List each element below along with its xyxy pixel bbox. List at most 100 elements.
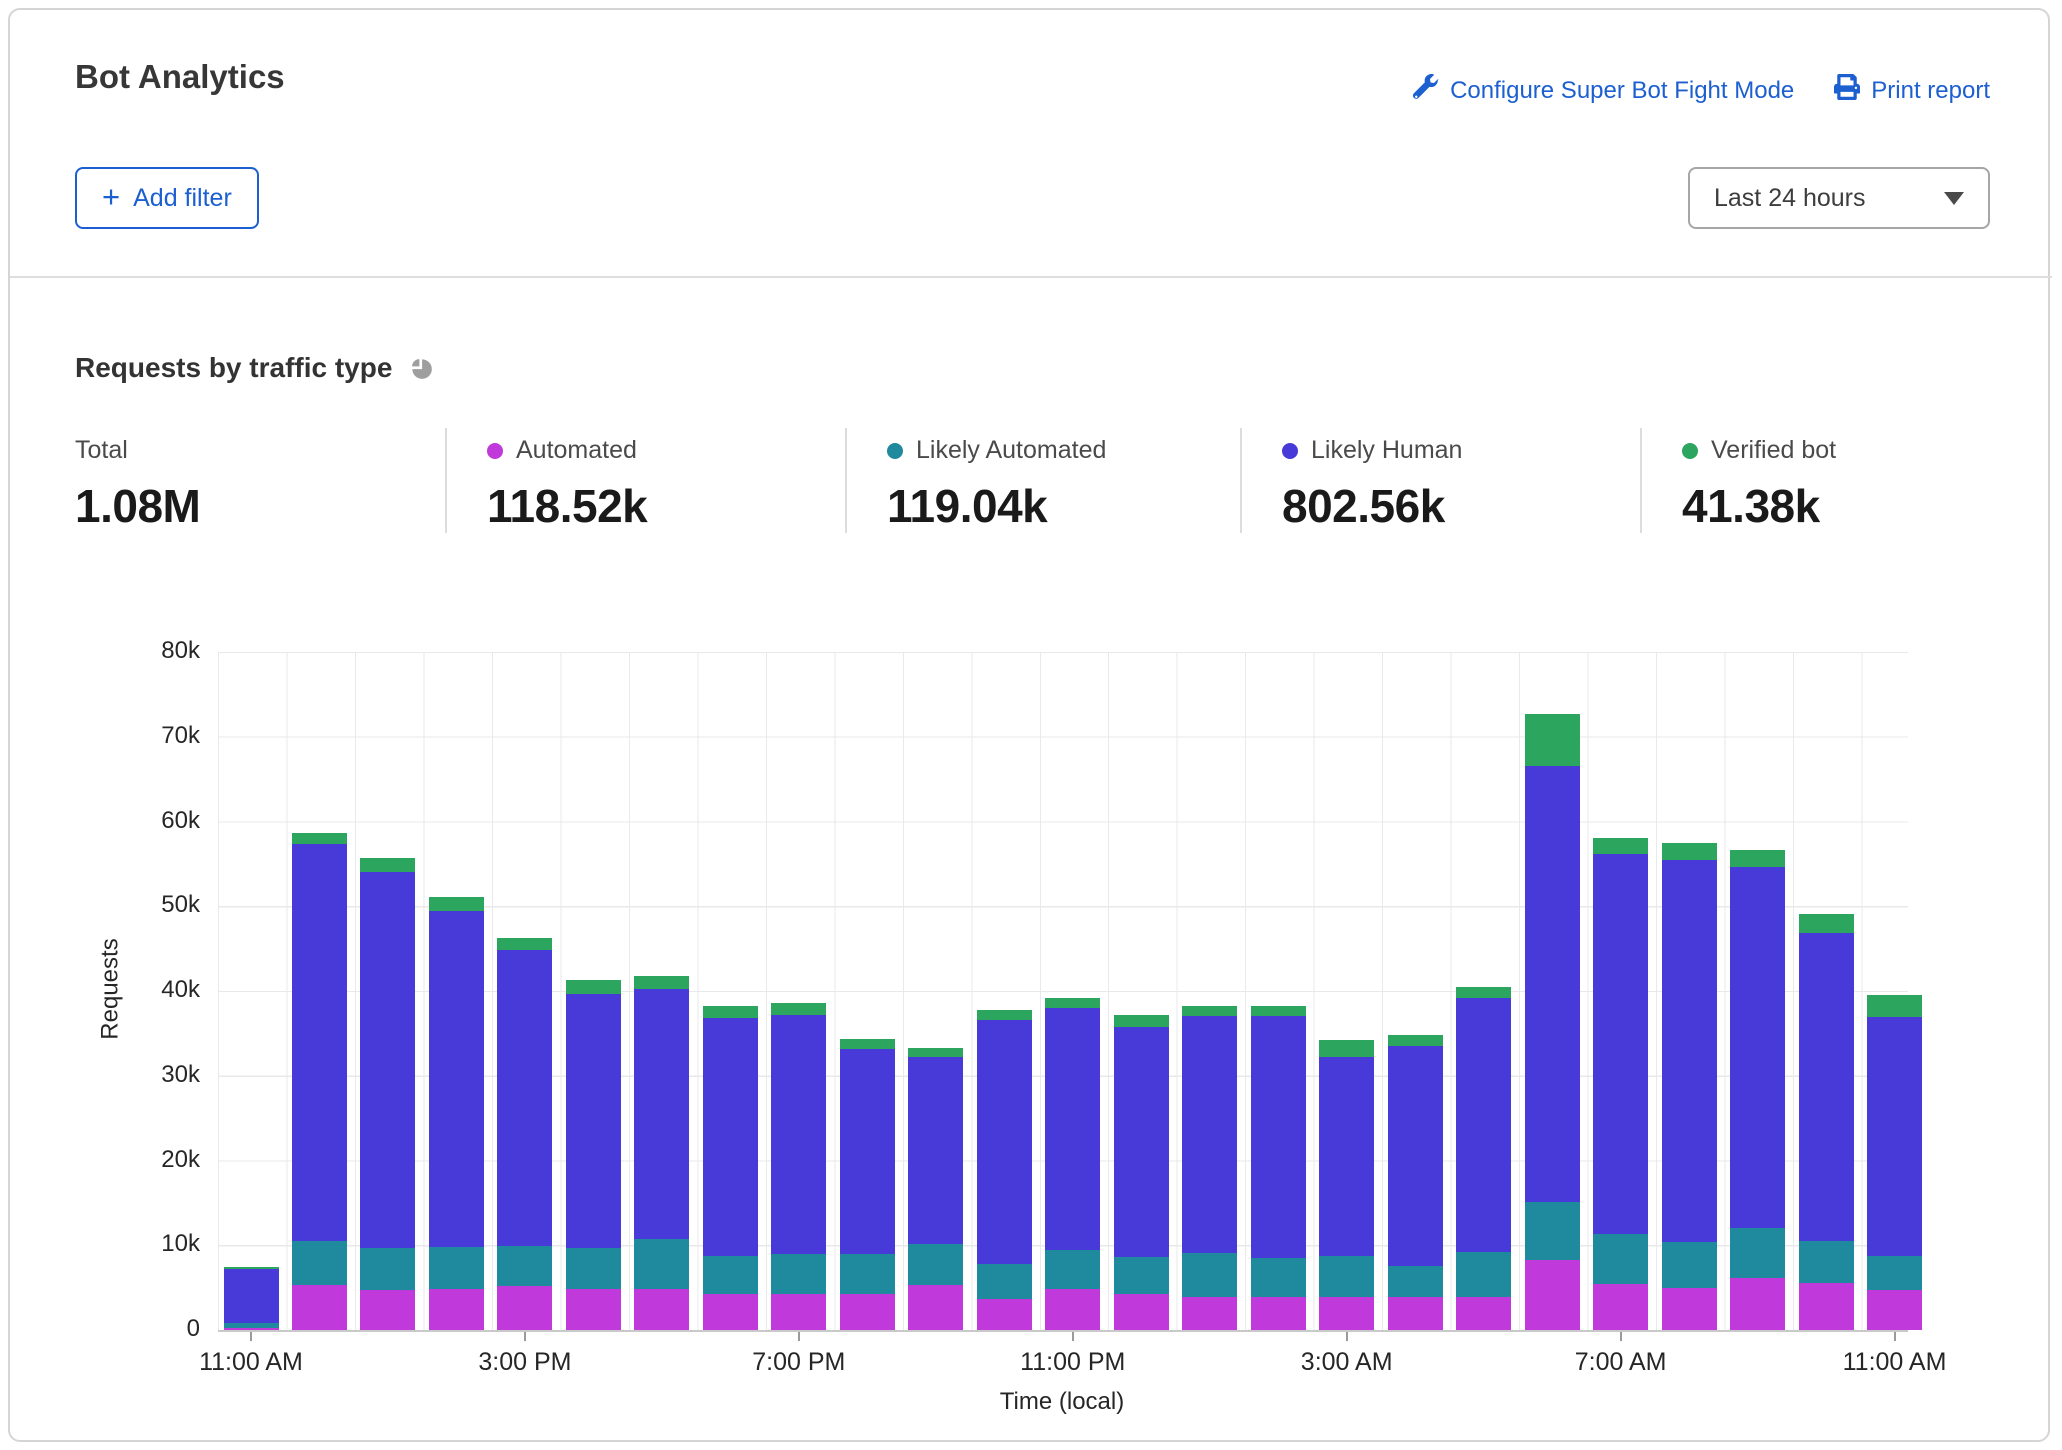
bar-1:00-pm-2 xyxy=(360,858,415,1330)
bar-8:00-pm-9 xyxy=(840,1039,895,1330)
add-filter-button[interactable]: + Add filter xyxy=(75,167,259,229)
bar-6:00-pm-7 xyxy=(703,1006,758,1330)
y-axis-tick-label: 50k xyxy=(100,891,200,919)
pie-chart-icon xyxy=(408,355,434,381)
bar-segment-automated xyxy=(1662,1288,1717,1330)
bar-segment-automated xyxy=(429,1289,484,1330)
stat-automated: Automated118.52k xyxy=(445,428,845,533)
bar-segment-likely-human xyxy=(1662,860,1717,1241)
bar-segment-likely-automated xyxy=(977,1264,1032,1299)
bar-segment-likely-human xyxy=(497,950,552,1247)
bar-segment-likely-automated xyxy=(1045,1250,1100,1290)
bar-segment-verified-bot xyxy=(1867,995,1922,1017)
bar-segment-likely-human xyxy=(1388,1046,1443,1266)
page: Bot Analytics Configure Super Bot Fight … xyxy=(0,0,2062,1450)
configure-link-label: Configure Super Bot Fight Mode xyxy=(1450,77,1794,105)
bar-segment-automated xyxy=(634,1289,689,1331)
bar-segment-likely-automated xyxy=(771,1254,826,1294)
x-axis-tick-label: 7:00 AM xyxy=(1521,1348,1721,1377)
bar-7:00-am-20 xyxy=(1593,838,1648,1330)
x-axis-tick xyxy=(798,1332,800,1341)
bar-segment-automated xyxy=(1114,1294,1169,1330)
bar-11:00-am-24 xyxy=(1867,995,1922,1330)
bar-12:00-pm-1 xyxy=(292,833,347,1330)
bar-segment-automated xyxy=(224,1328,279,1331)
bar-segment-verified-bot xyxy=(1182,1006,1237,1016)
card-header xyxy=(10,10,2052,278)
bar-segment-likely-human xyxy=(224,1269,279,1323)
bar-segment-likely-human xyxy=(1867,1017,1922,1257)
bar-segment-likely-automated xyxy=(1799,1241,1854,1283)
bar-segment-automated xyxy=(1799,1283,1854,1331)
x-axis-tick-label: 3:00 AM xyxy=(1247,1348,1447,1377)
bar-segment-automated xyxy=(840,1294,895,1330)
bar-segment-likely-automated xyxy=(1867,1256,1922,1290)
x-axis-tick-label: 11:00 PM xyxy=(973,1348,1173,1377)
stat-label: Likely Automated xyxy=(916,436,1106,465)
bar-segment-verified-bot xyxy=(977,1010,1032,1020)
bar-segment-likely-human xyxy=(360,872,415,1248)
bar-segment-verified-bot xyxy=(1251,1006,1306,1016)
bar-segment-verified-bot xyxy=(1319,1040,1374,1057)
bar-9:00-pm-10 xyxy=(908,1048,963,1330)
stat-likely-automated: Likely Automated119.04k xyxy=(845,428,1240,533)
x-axis-tick xyxy=(524,1332,526,1341)
bar-2:00-pm-3 xyxy=(429,897,484,1330)
plot-area xyxy=(218,652,1908,1332)
bar-segment-automated xyxy=(1388,1297,1443,1330)
print-report-link[interactable]: Print report xyxy=(1834,74,1990,107)
bar-segment-automated xyxy=(1525,1260,1580,1330)
bar-segment-automated xyxy=(1867,1290,1922,1330)
bar-4:00-pm-5 xyxy=(566,980,621,1330)
bar-segment-likely-automated xyxy=(1730,1228,1785,1279)
bar-segment-likely-human xyxy=(771,1015,826,1254)
bar-segment-automated xyxy=(360,1290,415,1330)
bar-11:00-am-0 xyxy=(224,1267,279,1330)
bar-segment-likely-automated xyxy=(497,1246,552,1286)
bar-segment-automated xyxy=(497,1286,552,1330)
stat-label: Likely Human xyxy=(1311,436,1462,465)
bar-segment-automated xyxy=(1319,1297,1374,1330)
stat-label-row: Likely Automated xyxy=(887,436,1240,465)
bar-segment-verified-bot xyxy=(360,858,415,872)
bar-segment-likely-human xyxy=(429,911,484,1247)
x-axis-tick xyxy=(1894,1332,1896,1341)
bar-segment-verified-bot xyxy=(1799,914,1854,933)
time-range-value: Last 24 hours xyxy=(1714,184,1866,213)
stat-label-row: Likely Human xyxy=(1282,436,1640,465)
bar-1:00-am-14 xyxy=(1182,1006,1237,1330)
x-axis-tick xyxy=(250,1332,252,1341)
x-axis-tick xyxy=(1620,1332,1622,1341)
bar-7:00-pm-8 xyxy=(771,1003,826,1330)
bar-9:00-am-22 xyxy=(1730,850,1785,1330)
bar-segment-likely-human xyxy=(1456,998,1511,1252)
bar-segment-automated xyxy=(703,1294,758,1330)
bar-segment-verified-bot xyxy=(1114,1015,1169,1027)
bar-11:00-pm-12 xyxy=(1045,998,1100,1330)
stat-verified-bot: Verified bot 41.38k xyxy=(1640,428,1980,533)
plus-icon: + xyxy=(102,181,120,212)
stat-label: Total xyxy=(75,436,128,465)
bar-segment-likely-automated xyxy=(908,1244,963,1286)
bar-segment-verified-bot xyxy=(840,1039,895,1049)
x-axis-tick xyxy=(1072,1332,1074,1341)
bar-segment-automated xyxy=(566,1289,621,1331)
bar-12:00-am-13 xyxy=(1114,1015,1169,1330)
bar-segment-likely-human xyxy=(1730,867,1785,1228)
stat-label-row: Verified bot xyxy=(1682,436,1980,465)
page-title: Bot Analytics xyxy=(75,58,285,96)
x-axis-tick-label: 3:00 PM xyxy=(425,1348,625,1377)
bar-segment-verified-bot xyxy=(566,980,621,994)
stat-value: 41.38k xyxy=(1682,479,1980,533)
bar-segment-verified-bot xyxy=(1388,1035,1443,1046)
add-filter-label: Add filter xyxy=(133,184,232,213)
bar-segment-likely-automated xyxy=(703,1256,758,1294)
bar-segment-verified-bot xyxy=(1593,838,1648,853)
time-range-select[interactable]: Last 24 hours xyxy=(1688,167,1990,229)
print-report-label: Print report xyxy=(1871,77,1990,105)
bar-segment-likely-automated xyxy=(1593,1234,1648,1284)
configure-super-bot-fight-mode-link[interactable]: Configure Super Bot Fight Mode xyxy=(1413,74,1794,107)
bar-segment-likely-human xyxy=(840,1049,895,1254)
bar-2:00-am-15 xyxy=(1251,1006,1306,1330)
stat-label-row: Total xyxy=(75,436,445,465)
